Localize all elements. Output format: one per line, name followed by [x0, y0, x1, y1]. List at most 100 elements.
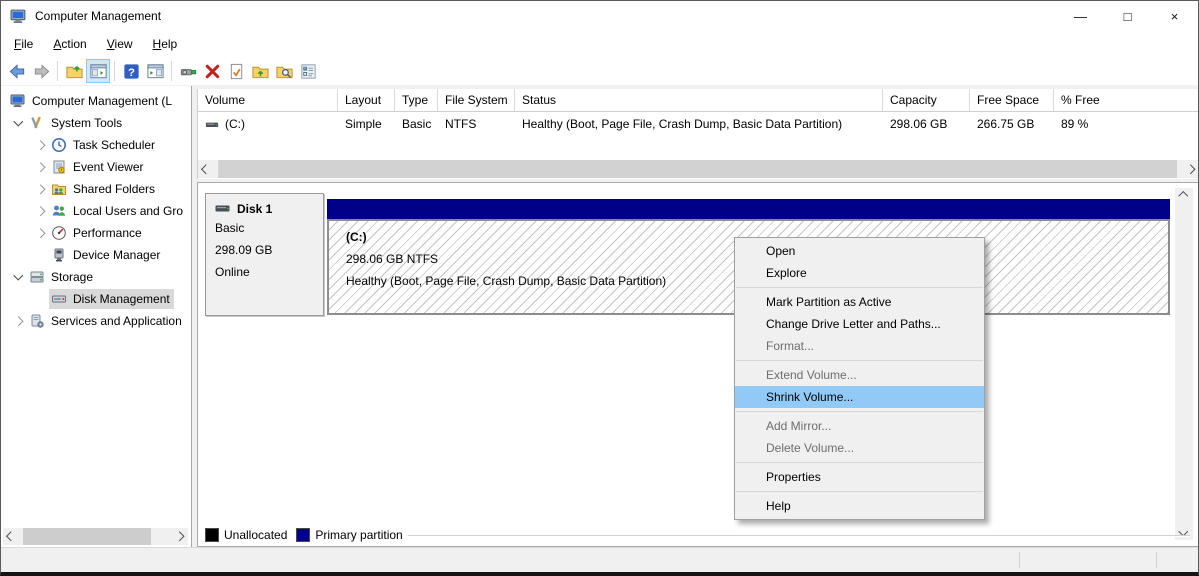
tree-item-task-scheduler[interactable]: Task Scheduler	[1, 134, 191, 156]
minimize-button[interactable]: —	[1057, 1, 1104, 31]
expand-chevron[interactable]	[10, 115, 27, 131]
tree-item-label: Computer Management (L	[32, 94, 172, 108]
menu-file[interactable]: File	[4, 33, 43, 55]
tree-item-computer-management[interactable]: Computer Management (L	[1, 90, 191, 112]
column-header-status[interactable]: Status	[515, 89, 883, 111]
tree-item-performance[interactable]: Performance	[1, 222, 191, 244]
column-header-percent-free[interactable]: % Free	[1054, 89, 1199, 111]
menu-item-shrink-volume[interactable]: Shrink Volume...	[735, 386, 984, 408]
volume-list-horizontal-scrollbar[interactable]	[198, 160, 1199, 178]
volume-layout: Simple	[338, 117, 395, 131]
tree-item-local-users-and-groups[interactable]: Local Users and Gro	[1, 200, 191, 222]
volume-row[interactable]: (C:) Simple Basic NTFS Healthy (Boot, Pa…	[198, 112, 1199, 136]
back-button[interactable]	[5, 59, 29, 83]
toolbar-separator	[171, 61, 172, 81]
disk-type: Basic	[215, 217, 314, 239]
menu-item-help[interactable]: Help	[735, 495, 984, 517]
tree-item-label: Storage	[51, 270, 93, 284]
column-header-layout[interactable]: Layout	[338, 89, 395, 111]
expand-chevron[interactable]	[32, 181, 49, 197]
volume-status: Healthy (Boot, Page File, Crash Dump, Ba…	[515, 117, 883, 131]
disk-name: Disk 1	[237, 202, 272, 216]
scrollbar-thumb[interactable]	[218, 160, 1177, 178]
column-header-free-space[interactable]: Free Space	[970, 89, 1054, 111]
help-button[interactable]: ?	[119, 59, 143, 83]
legend-label-unallocated: Unallocated	[224, 528, 287, 542]
menu-item-change-drive-letter-and-paths[interactable]: Change Drive Letter and Paths...	[735, 313, 984, 335]
scroll-right-arrow[interactable]	[171, 528, 188, 545]
up-folder-icon	[65, 62, 84, 81]
menu-item-open[interactable]: Open	[735, 240, 984, 262]
column-header-volume[interactable]: Volume	[198, 89, 338, 111]
disk-info-box[interactable]: Disk 1 Basic 298.09 GB Online	[205, 193, 324, 316]
toolbar: ?	[1, 57, 1198, 85]
menu-item-properties[interactable]: Properties	[735, 466, 984, 488]
volume-free-space: 266.75 GB	[970, 117, 1054, 131]
check-document-button[interactable]	[224, 59, 248, 83]
delete-x-icon	[203, 62, 222, 81]
event-viewer-icon	[51, 159, 67, 175]
tree-horizontal-scrollbar[interactable]	[3, 528, 188, 545]
graphical-view-vertical-scrollbar[interactable]	[1175, 188, 1193, 540]
status-bar-divider	[1019, 552, 1020, 568]
tree-item-services-and-applications[interactable]: Services and Application	[1, 310, 191, 332]
tree-item-system-tools[interactable]: System Tools	[1, 112, 191, 134]
system-tools-icon	[29, 115, 45, 131]
column-header-file-system[interactable]: File System	[438, 89, 515, 111]
show-action-pane-button[interactable]	[143, 59, 167, 83]
menu-item-explore[interactable]: Explore	[735, 262, 984, 284]
scroll-down-arrow[interactable]	[1175, 523, 1192, 540]
scroll-left-arrow[interactable]	[3, 528, 20, 545]
tree-item-disk-management[interactable]: Disk Management	[1, 288, 191, 310]
shared-folders-icon	[51, 181, 67, 197]
checklist-button[interactable]	[296, 59, 320, 83]
expand-chevron[interactable]	[10, 269, 27, 285]
tree-item-storage[interactable]: Storage	[1, 266, 191, 288]
forward-button[interactable]	[29, 59, 53, 83]
menu-bar: File Action View Help	[1, 31, 1198, 57]
checklist-icon	[299, 62, 318, 81]
show-console-tree-button[interactable]	[86, 59, 110, 83]
menu-view[interactable]: View	[97, 33, 143, 55]
check-document-icon	[227, 62, 246, 81]
menu-action[interactable]: Action	[43, 33, 96, 55]
scroll-right-arrow[interactable]	[1182, 160, 1199, 178]
folder-magnifier-icon	[275, 62, 294, 81]
scroll-up-arrow[interactable]	[1175, 188, 1192, 205]
action-pane-icon	[146, 62, 165, 81]
toolbar-separator	[114, 61, 115, 81]
column-header-capacity[interactable]: Capacity	[883, 89, 970, 111]
menu-item-add-mirror: Add Mirror...	[735, 415, 984, 437]
expand-chevron[interactable]	[32, 137, 49, 153]
computer-management-window: Computer Management — □ × File Action Vi…	[0, 0, 1199, 576]
folder-up-arrow-icon	[251, 62, 270, 81]
tree-item-device-manager[interactable]: Device Manager	[1, 244, 191, 266]
expand-chevron[interactable]	[32, 159, 49, 175]
up-folder-button[interactable]	[62, 59, 86, 83]
unallocated-swatch	[205, 528, 219, 542]
menu-item-mark-partition-as-active[interactable]: Mark Partition as Active	[735, 291, 984, 313]
tree-item-shared-folders[interactable]: Shared Folders	[1, 178, 191, 200]
delete-button[interactable]	[200, 59, 224, 83]
status-bar	[1, 547, 1198, 572]
menu-separator	[736, 287, 983, 288]
tree-item-label: Device Manager	[73, 248, 160, 262]
tree-item-label: Shared Folders	[73, 182, 155, 196]
find-folder-button[interactable]	[272, 59, 296, 83]
menu-help[interactable]: Help	[143, 33, 188, 55]
tree-item-event-viewer[interactable]: Event Viewer	[1, 156, 191, 178]
export-folder-button[interactable]	[248, 59, 272, 83]
menu-item-extend-volume: Extend Volume...	[735, 364, 984, 386]
legend: Unallocated Primary partition	[205, 526, 412, 543]
column-header-type[interactable]: Type	[395, 89, 438, 111]
scroll-left-arrow[interactable]	[198, 160, 215, 178]
expand-chevron[interactable]	[32, 225, 49, 241]
menu-item-format: Format...	[735, 335, 984, 357]
rescan-disks-button[interactable]	[176, 59, 200, 83]
scrollbar-thumb[interactable]	[23, 528, 151, 545]
primary-partition-swatch	[296, 528, 310, 542]
maximize-button[interactable]: □	[1104, 1, 1151, 31]
expand-chevron[interactable]	[10, 313, 27, 329]
close-button[interactable]: ×	[1151, 1, 1198, 31]
expand-chevron[interactable]	[32, 203, 49, 219]
